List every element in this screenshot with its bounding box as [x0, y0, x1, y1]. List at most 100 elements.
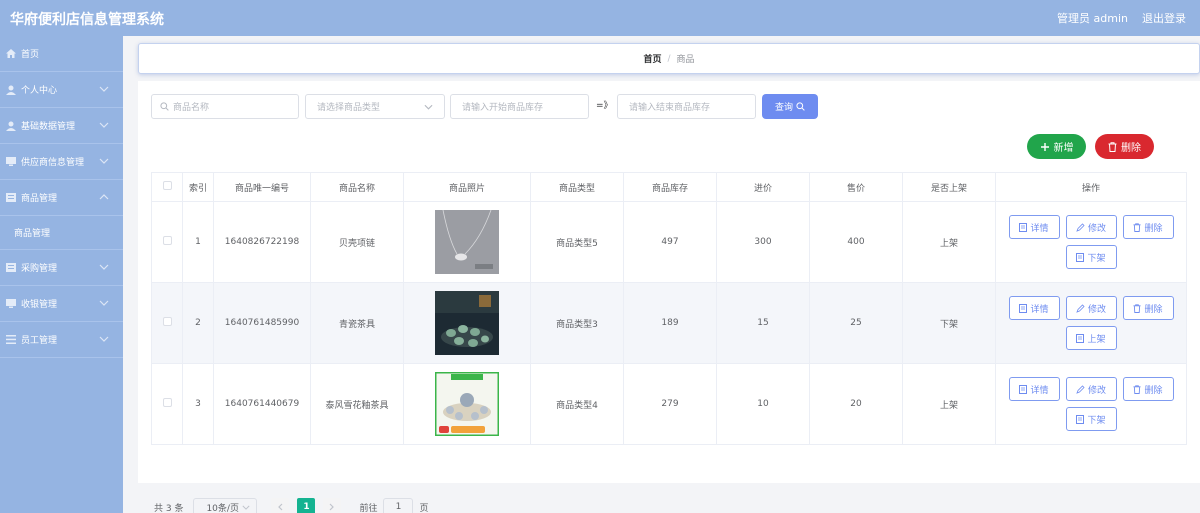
row-checkbox[interactable] [162, 317, 172, 326]
page-size-value: 10条/页 [206, 503, 239, 513]
document-icon [1019, 384, 1028, 394]
sidebar-item-profile[interactable]: 个人中心 [0, 72, 123, 108]
edit-icon [1076, 222, 1085, 232]
stock-end-placeholder: 请输入结束商品库存 [629, 103, 711, 113]
detail-label: 详情 [1030, 223, 1049, 234]
delete-button[interactable]: 删除 [1122, 377, 1174, 401]
column-header: 索引 [182, 172, 214, 202]
pagination-total: 共 3 条 [154, 503, 184, 513]
search-icon [796, 102, 805, 111]
cell-index: 3 [182, 363, 214, 445]
chevron-up-icon [99, 194, 109, 200]
prev-page-button[interactable] [271, 498, 290, 513]
column-header: 进价 [716, 172, 810, 202]
cell-code: 1640826722198 [213, 201, 311, 283]
search-button-label: 查询 [774, 103, 793, 113]
delete-button[interactable]: 删除 [1122, 215, 1174, 239]
document-icon [1076, 333, 1085, 343]
detail-label: 详情 [1030, 385, 1049, 396]
cell-photo [403, 282, 531, 364]
edit-button[interactable]: 修改 [1065, 215, 1117, 239]
cell-code: 1640761485990 [213, 282, 311, 364]
sidebar-item-cashier[interactable]: 收银管理 [0, 286, 123, 322]
shelf-toggle-label: 上架 [1087, 334, 1106, 345]
cell-price: 400 [809, 201, 903, 283]
column-header: 商品名称 [310, 172, 404, 202]
detail-button[interactable]: 详情 [1008, 215, 1060, 239]
sidebar-item-supplier[interactable]: 供应商信息管理 [0, 144, 123, 180]
batch-delete-button[interactable]: 删除 [1095, 134, 1154, 159]
grid-icon [5, 263, 16, 273]
shelf-toggle-button[interactable]: 下架 [1065, 407, 1117, 431]
column-header: 商品类型 [530, 172, 624, 202]
sidebar-item-purchase[interactable]: 采购管理 [0, 250, 123, 286]
page-size-select[interactable]: 10条/页 [193, 497, 258, 513]
sidebar-subitem-goods[interactable]: 商品管理 [0, 216, 123, 250]
range-separator: =》 [596, 101, 613, 111]
goto-page-input[interactable]: 1 [383, 497, 414, 513]
column-header: 售价 [809, 172, 903, 202]
row-select-cell [151, 363, 183, 445]
stock-start-input[interactable]: 请输入开始商品库存 [450, 94, 589, 119]
sidebar-item-staff[interactable]: 员工管理 [0, 322, 123, 358]
user-icon [5, 121, 16, 131]
current-user[interactable]: 管理员 admin [1057, 10, 1128, 26]
edit-button[interactable]: 修改 [1065, 377, 1117, 401]
cell-stock: 279 [623, 363, 717, 445]
chevron-down-icon [99, 86, 109, 92]
shelf-toggle-button[interactable]: 下架 [1065, 245, 1117, 269]
delete-button[interactable]: 删除 [1122, 296, 1174, 320]
document-icon [1076, 252, 1085, 262]
row-select-cell [151, 282, 183, 364]
delete-label: 删除 [1144, 385, 1163, 396]
shelf-toggle-button[interactable]: 上架 [1065, 326, 1117, 350]
user-area: 管理员 admin 退出登录 [1057, 10, 1186, 26]
table-row: 2 1640761485990 青瓷茶具 商品类型3 189 15 25 下架 … [151, 282, 1187, 364]
cell-code: 1640761440679 [213, 363, 311, 445]
chevron-down-icon [99, 158, 109, 164]
sidebar-item-goods[interactable]: 商品管理 [0, 180, 123, 216]
cell-actions: 详情 修改 删除 下架 [995, 363, 1187, 445]
page-number-current[interactable]: 1 [297, 498, 316, 513]
select-all-checkbox[interactable] [162, 181, 172, 190]
trash-icon [1108, 141, 1117, 152]
product-photo-necklace[interactable] [435, 210, 499, 274]
sidebar-item-home[interactable]: 首页 [0, 36, 123, 72]
cell-stock: 497 [623, 201, 717, 283]
monitor-icon [5, 299, 16, 309]
column-header: 商品库存 [623, 172, 717, 202]
logout-link[interactable]: 退出登录 [1142, 10, 1186, 26]
product-photo-celadon-tea-set[interactable] [435, 291, 499, 355]
row-checkbox[interactable] [162, 398, 172, 407]
cell-cost: 15 [716, 282, 810, 364]
stock-end-input[interactable]: 请输入结束商品库存 [617, 94, 756, 119]
sidebar-item-label: 商品管理 [21, 194, 58, 204]
row-checkbox[interactable] [162, 236, 172, 245]
table-row: 1 1640826722198 贝壳项链 商品类型5 497 300 400 上… [151, 201, 1187, 283]
cell-name: 泰风雪花釉茶具 [310, 363, 404, 445]
detail-button[interactable]: 详情 [1008, 296, 1060, 320]
goto-suffix: 页 [419, 503, 429, 513]
search-button[interactable]: 查询 [762, 94, 818, 119]
column-header: 商品唯一编号 [213, 172, 311, 202]
trash-icon [1133, 384, 1142, 394]
list-icon [5, 335, 16, 345]
add-button[interactable]: 新增 [1027, 134, 1086, 159]
cell-price: 20 [809, 363, 903, 445]
next-page-button[interactable] [323, 498, 342, 513]
sidebar-item-base-data[interactable]: 基础数据管理 [0, 108, 123, 144]
breadcrumb-home[interactable]: 首页 [643, 52, 661, 65]
home-icon [5, 49, 16, 59]
product-photo-snowflake-tea-set[interactable] [435, 372, 499, 436]
cell-type: 商品类型4 [530, 363, 624, 445]
chevron-down-icon [424, 104, 433, 110]
goods-name-input[interactable]: 商品名称 [151, 94, 299, 119]
edit-button[interactable]: 修改 [1065, 296, 1117, 320]
detail-button[interactable]: 详情 [1008, 377, 1060, 401]
cell-stock: 189 [623, 282, 717, 364]
cell-on-shelf: 下架 [902, 282, 996, 364]
goods-type-select[interactable]: 请选择商品类型 [305, 94, 445, 119]
search-icon [160, 102, 169, 111]
document-icon [1019, 303, 1028, 313]
breadcrumb-current: 商品 [676, 55, 695, 65]
